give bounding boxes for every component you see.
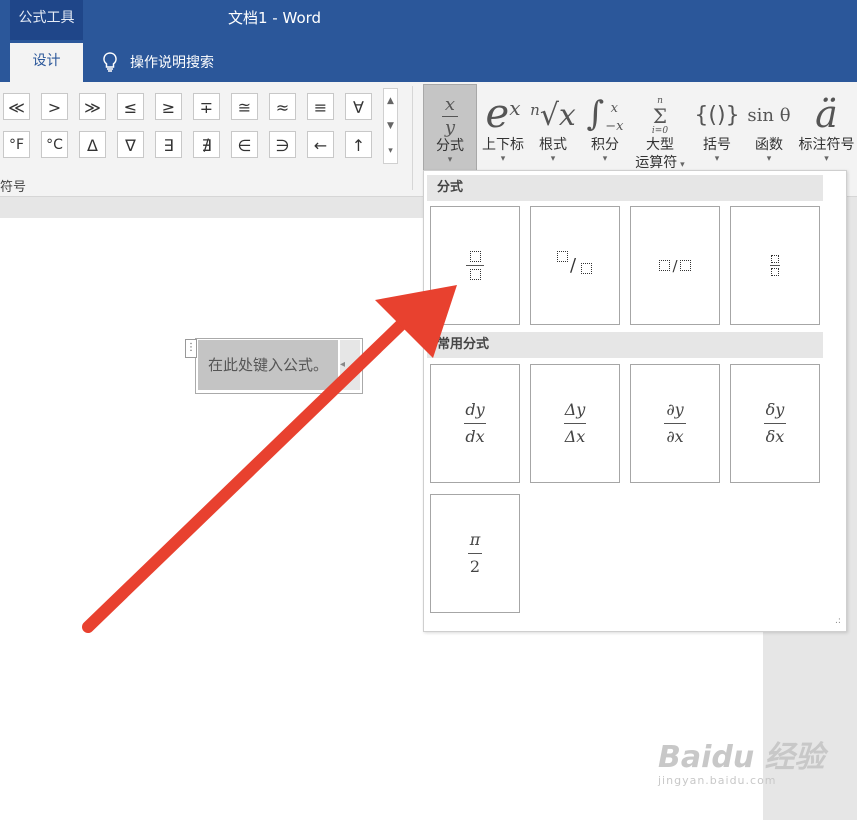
watermark-brand: Baidu 经验 [658,740,825,775]
baidu-watermark: Baidu 经验 jingyan.baidu.com [658,732,825,787]
red-arrow-annotation [82,285,457,633]
